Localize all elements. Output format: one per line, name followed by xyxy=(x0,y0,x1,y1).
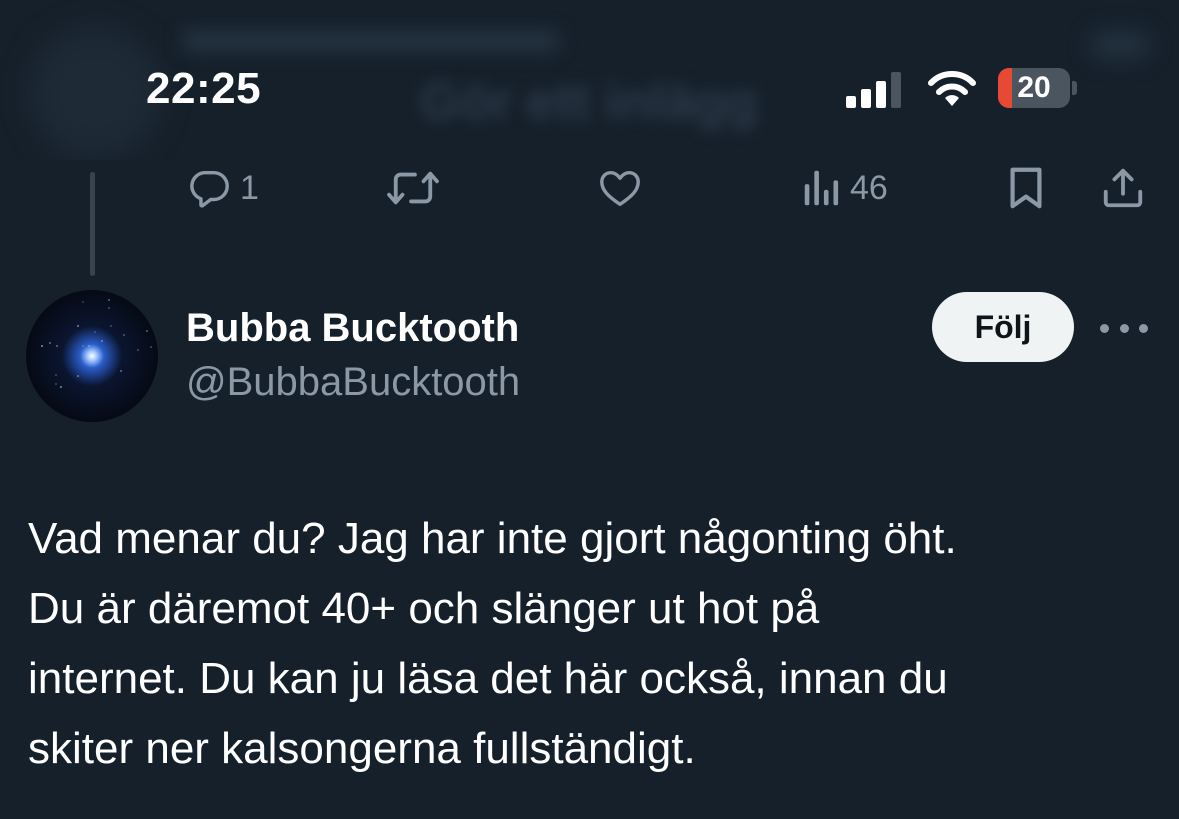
author-display-name[interactable]: Bubba Bucktooth xyxy=(186,306,519,351)
more-options-icon[interactable] xyxy=(1100,316,1148,340)
like-button[interactable] xyxy=(596,160,644,216)
like-icon xyxy=(600,170,640,207)
bookmark-button[interactable] xyxy=(1006,160,1046,216)
reply-icon xyxy=(190,170,229,208)
status-time: 22:25 xyxy=(146,64,262,113)
avatar[interactable] xyxy=(26,290,158,422)
retweet-button[interactable] xyxy=(386,160,440,216)
views-icon xyxy=(804,170,839,206)
wifi-icon xyxy=(926,68,978,108)
retweet-icon xyxy=(387,171,439,205)
tweet-text-line: skiter ner kalsongerna fullständigt. xyxy=(28,724,696,773)
bookmark-icon xyxy=(1010,167,1042,209)
reply-count: 1 xyxy=(240,168,259,207)
battery-icon: 20 xyxy=(998,68,1077,108)
share-icon xyxy=(1103,168,1143,208)
share-button[interactable] xyxy=(1100,160,1146,216)
blurred-subtitle xyxy=(180,28,560,54)
follow-button[interactable]: Följ xyxy=(932,292,1074,362)
signal-icon xyxy=(846,70,906,108)
tweet-text-line: Du är däremot 40+ och slänger ut hot på xyxy=(28,584,820,633)
tweet-text-line: Vad menar du? Jag har inte gjort någonti… xyxy=(28,514,957,563)
thread-connector-line xyxy=(90,172,95,276)
author-handle[interactable]: @BubbaBucktooth xyxy=(186,360,520,405)
blurred-header-title: Gör ett inlägg xyxy=(420,73,758,131)
tweet-text-line: internet. Du kan ju läsa det här också, … xyxy=(28,654,948,703)
views-count: 46 xyxy=(850,168,888,207)
tweet-text: Vad menar du? Jag har inte gjort någonti… xyxy=(28,504,1158,784)
views-button[interactable]: 46 xyxy=(802,160,888,216)
battery-level-text: 20 xyxy=(1017,71,1051,104)
reply-button[interactable]: 1 xyxy=(186,160,259,216)
blurred-avatar xyxy=(30,28,160,158)
blurred-header-action xyxy=(1090,30,1150,60)
